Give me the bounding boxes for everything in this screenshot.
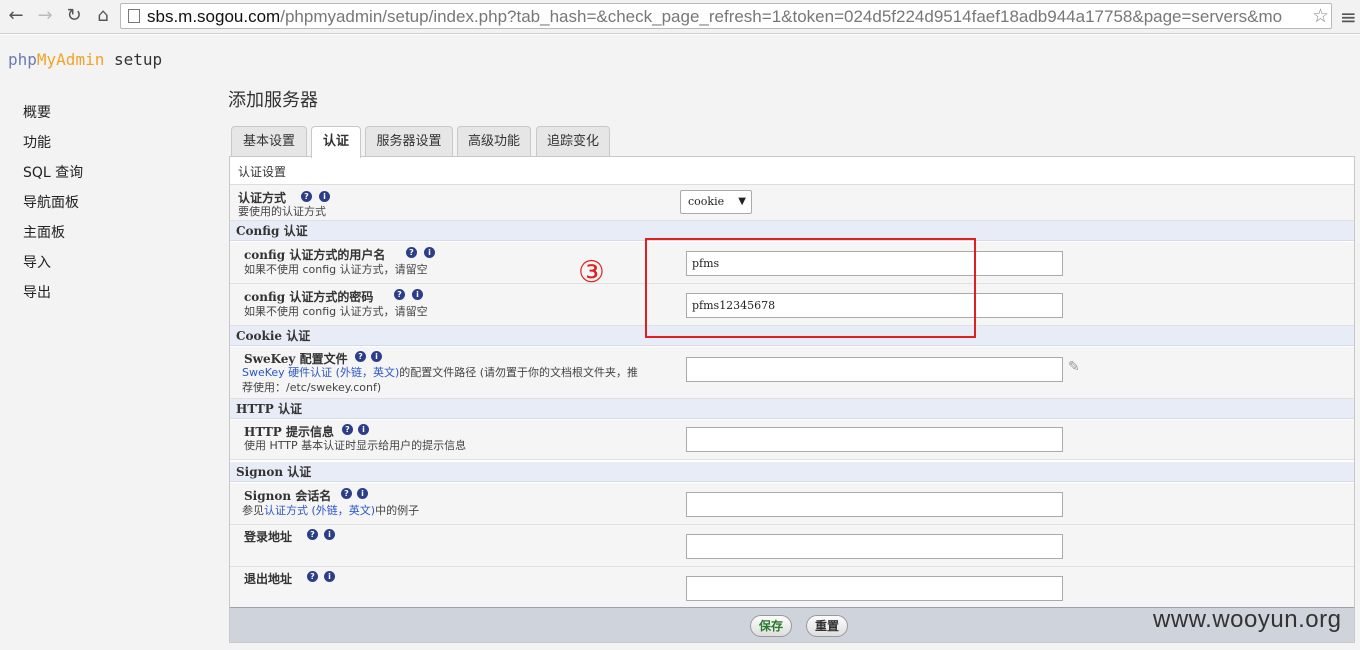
info-icon[interactable]: i bbox=[319, 191, 330, 202]
signon-session-desc: 参见认证方式 (外链，英文)中的例子 bbox=[242, 504, 420, 517]
sidebar-item-nav-panel[interactable]: 导航面板 bbox=[23, 192, 79, 212]
swekey-input[interactable] bbox=[686, 357, 1063, 382]
signon-logout-row: 退出地址 ? i bbox=[230, 567, 1354, 607]
fieldset-legend: 认证设置 bbox=[238, 165, 287, 179]
signon-logout-label: 退出地址 bbox=[244, 572, 293, 586]
help-icon[interactable]: ? bbox=[341, 488, 352, 499]
auth-settings-panel: 认证设置 认证方式 ? i 要使用的认证方式 cookie ▼ Config 认证… bbox=[229, 156, 1355, 643]
signon-login-label: 登录地址 bbox=[244, 530, 293, 544]
info-icon[interactable]: i bbox=[371, 351, 382, 362]
address-bar[interactable]: sbs.m.sogou.com/phpmyadmin/setup/index.p… bbox=[120, 3, 1332, 29]
bookmark-star-icon[interactable]: ☆ bbox=[1312, 5, 1329, 27]
main-content: 添加服务器 基本设置 认证 服务器设置 高级功能 追踪变化 认证设置 认证方式 … bbox=[204, 35, 1360, 650]
phpmyadmin-logo: phpMyAdmin setup bbox=[8, 50, 163, 69]
swekey-desc-line2: 荐使用：/etc/swekey.conf) bbox=[242, 381, 382, 394]
help-icon[interactable]: ? bbox=[307, 571, 318, 582]
info-icon[interactable]: i bbox=[357, 488, 368, 499]
watermark: www.wooyun.org bbox=[1153, 606, 1342, 633]
help-icon[interactable]: ? bbox=[406, 247, 417, 258]
auth-type-select[interactable]: cookie ▼ bbox=[680, 190, 752, 214]
help-icon[interactable]: ? bbox=[355, 351, 366, 362]
auth-type-desc: 要使用的认证方式 bbox=[238, 205, 326, 218]
help-icon[interactable]: ? bbox=[307, 529, 318, 540]
signon-session-row: Signon 会话名 ? i 参见认证方式 (外链，英文)中的例子 bbox=[230, 483, 1354, 525]
http-realm-desc: 使用 HTTP 基本认证时显示给用户的提示信息 bbox=[244, 439, 467, 452]
tab-server-settings[interactable]: 服务器设置 bbox=[365, 126, 453, 157]
signon-logout-input[interactable] bbox=[686, 576, 1063, 601]
tab-advanced-features[interactable]: 高级功能 bbox=[457, 126, 531, 157]
save-button[interactable]: 保存 bbox=[750, 615, 792, 637]
tab-tracking[interactable]: 追踪变化 bbox=[536, 126, 610, 157]
config-password-label: config 认证方式的密码 bbox=[244, 290, 374, 304]
signon-session-label: Signon 会话名 bbox=[244, 489, 332, 503]
info-icon[interactable]: i bbox=[324, 571, 335, 582]
tab-authentication[interactable]: 认证 bbox=[311, 126, 361, 158]
swekey-row: SweKey 配置文件 ? i SweKey 硬件认证 (外链，英文)的配置文件… bbox=[230, 347, 1354, 399]
http-realm-row: HTTP 提示信息 ? i 使用 HTTP 基本认证时显示给用户的提示信息 bbox=[230, 420, 1354, 460]
config-password-desc: 如果不使用 config 认证方式，请留空 bbox=[244, 305, 428, 318]
sidebar-item-import[interactable]: 导入 bbox=[23, 252, 51, 272]
url-text[interactable]: sbs.m.sogou.com/phpmyadmin/setup/index.p… bbox=[147, 7, 1307, 27]
reset-button[interactable]: 重置 bbox=[806, 615, 848, 637]
signon-login-input[interactable] bbox=[686, 534, 1063, 559]
signon-session-input[interactable] bbox=[686, 492, 1063, 517]
sidebar-item-sql-query[interactable]: SQL 查询 bbox=[23, 162, 83, 182]
auth-doc-link[interactable]: 认证方式 (外链，英文) bbox=[264, 504, 375, 517]
tab-basic-settings[interactable]: 基本设置 bbox=[231, 126, 307, 157]
page-title: 添加服务器 bbox=[228, 90, 318, 111]
home-icon[interactable]: ⌂ bbox=[91, 5, 115, 27]
browser-toolbar: ← → ↻ ⌂ sbs.m.sogou.com/phpmyadmin/setup… bbox=[0, 0, 1360, 34]
info-icon[interactable]: i bbox=[424, 247, 435, 258]
http-realm-input[interactable] bbox=[686, 427, 1063, 452]
url-host: sbs.m.sogou.com bbox=[147, 7, 281, 26]
annotation-highlight-box bbox=[645, 238, 976, 338]
help-icon[interactable]: ? bbox=[342, 424, 353, 435]
annotation-number: ③ bbox=[578, 255, 605, 290]
sidebar-item-features[interactable]: 功能 bbox=[23, 132, 51, 152]
group-signon-auth: Signon 认证 bbox=[230, 462, 1354, 482]
group-http-auth: HTTP 认证 bbox=[230, 399, 1354, 419]
swekey-doc-link[interactable]: SweKey 硬件认证 (外链，英文) bbox=[242, 366, 399, 379]
help-icon[interactable]: ? bbox=[394, 289, 405, 300]
url-path: /phpmyadmin/setup/index.php?tab_hash=&ch… bbox=[280, 7, 1283, 26]
auth-type-row: 认证方式 ? i 要使用的认证方式 cookie ▼ bbox=[230, 185, 1354, 221]
help-icon[interactable]: ? bbox=[301, 191, 312, 202]
sidebar-item-overview[interactable]: 概要 bbox=[23, 102, 51, 122]
page-icon bbox=[128, 9, 140, 23]
browser-menu-icon[interactable]: ≡ bbox=[1340, 5, 1357, 29]
info-icon[interactable]: i bbox=[324, 529, 335, 540]
forward-icon[interactable]: → bbox=[33, 5, 57, 27]
sidebar: phpMyAdmin setup 概要 功能 SQL 查询 导航面板 主面板 导… bbox=[0, 35, 204, 650]
info-icon[interactable]: i bbox=[412, 289, 423, 300]
pencil-icon[interactable]: ✎ bbox=[1068, 359, 1080, 375]
swekey-desc: SweKey 硬件认证 (外链，英文)的配置文件路径 (请勿置于你的文档根文件夹… bbox=[242, 366, 639, 379]
back-icon[interactable]: ← bbox=[4, 5, 28, 27]
config-user-label: config 认证方式的用户名 bbox=[244, 248, 386, 262]
info-icon[interactable]: i bbox=[358, 424, 369, 435]
signon-login-row: 登录地址 ? i bbox=[230, 525, 1354, 567]
sidebar-item-export[interactable]: 导出 bbox=[23, 282, 51, 302]
sidebar-item-main-panel[interactable]: 主面板 bbox=[23, 222, 65, 242]
config-user-desc: 如果不使用 config 认证方式，请留空 bbox=[244, 263, 428, 276]
reload-icon[interactable]: ↻ bbox=[62, 5, 86, 27]
chevron-down-icon: ▼ bbox=[738, 196, 746, 207]
